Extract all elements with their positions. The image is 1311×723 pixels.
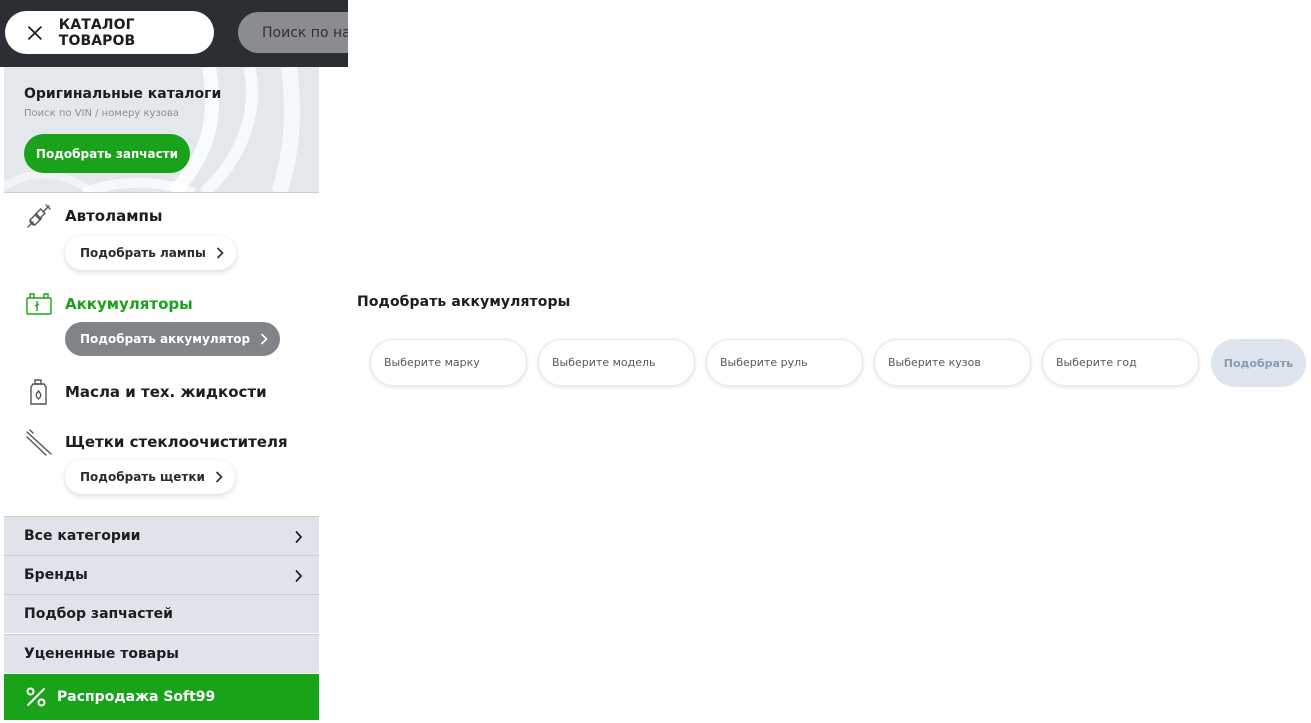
chevron-right-icon <box>295 530 303 544</box>
select-wipers-label: Подобрать щетки <box>80 470 205 484</box>
find-parts-button[interactable]: Подобрать запчасти <box>24 134 190 173</box>
select-battery-button[interactable]: Подобрать аккумулятор <box>65 322 281 356</box>
select-lamps-label: Подобрать лампы <box>80 246 206 260</box>
nav-sale[interactable]: Распродажа Soft99 <box>4 674 319 720</box>
battery-icon <box>26 293 52 315</box>
category-auto-lamps[interactable]: Автолампы <box>24 201 162 231</box>
select-wipers-button[interactable]: Подобрать щетки <box>65 460 235 494</box>
steering-select[interactable]: Выберите руль <box>706 339 863 386</box>
category-name: Автолампы <box>65 207 163 225</box>
original-catalogs-subtitle: Поиск по VIN / номеру кузова <box>24 108 179 119</box>
wiper-icon <box>26 429 52 456</box>
nav-brands[interactable]: Бренды <box>4 555 319 594</box>
select-lamps-button[interactable]: Подобрать лампы <box>65 236 236 270</box>
sale-label: Распродажа Soft99 <box>57 689 216 705</box>
category-wipers[interactable]: Щетки стеклоочистителя <box>24 427 288 457</box>
spark-plug-icon <box>27 204 51 228</box>
top-bar: КАТАЛОГ ТОВАРОВ <box>0 0 348 67</box>
steering-select-placeholder: Выберите руль <box>720 356 808 369</box>
chevron-right-icon <box>261 333 268 345</box>
oil-bottle-icon <box>30 379 47 405</box>
nav-discounted-goods[interactable]: Уцененные товары <box>4 634 319 673</box>
year-select[interactable]: Выберите год <box>1042 339 1199 386</box>
percent-icon <box>26 687 46 707</box>
body-select-placeholder: Выберите кузов <box>888 356 981 369</box>
close-icon <box>28 25 42 40</box>
category-name: Масла и тех. жидкости <box>65 383 267 401</box>
original-catalogs-block: Оригинальные каталоги Поиск по VIN / ном… <box>4 67 319 193</box>
nav-label: Бренды <box>24 567 88 583</box>
brand-select[interactable]: Выберите марку <box>370 339 527 386</box>
search-field[interactable] <box>238 12 348 53</box>
search-input[interactable] <box>262 24 348 41</box>
nav-parts-selection[interactable]: Подбор запчастей <box>4 594 319 633</box>
body-select[interactable]: Выберите кузов <box>874 339 1031 386</box>
category-batteries[interactable]: Аккумуляторы <box>24 289 193 319</box>
category-name: Аккумуляторы <box>65 295 193 313</box>
brand-select-placeholder: Выберите марку <box>384 356 480 369</box>
catalog-menu: Оригинальные каталоги Поиск по VIN / ном… <box>4 67 319 720</box>
category-oils[interactable]: Масла и тех. жидкости <box>24 377 267 407</box>
select-battery-label: Подобрать аккумулятор <box>80 332 251 346</box>
category-name: Щетки стеклоочистителя <box>65 433 288 451</box>
nav-label: Подбор запчастей <box>24 606 173 622</box>
find-battery-button[interactable]: Подобрать <box>1211 339 1306 387</box>
model-select-placeholder: Выберите модель <box>552 356 656 369</box>
nav-label: Все категории <box>24 528 141 544</box>
nav-all-categories[interactable]: Все категории <box>4 516 319 555</box>
battery-selector-title: Подобрать аккумуляторы <box>357 294 571 310</box>
year-select-placeholder: Выберите год <box>1056 356 1137 369</box>
chevron-right-icon <box>215 471 223 483</box>
catalog-toggle-button[interactable]: КАТАЛОГ ТОВАРОВ <box>5 11 214 54</box>
nav-label: Уцененные товары <box>24 646 179 662</box>
model-select[interactable]: Выберите модель <box>538 339 695 386</box>
chevron-right-icon <box>216 247 224 259</box>
chevron-right-icon <box>295 569 303 583</box>
catalog-button-label: КАТАЛОГ ТОВАРОВ <box>58 16 136 49</box>
original-catalogs-title: Оригинальные каталоги <box>24 86 222 102</box>
